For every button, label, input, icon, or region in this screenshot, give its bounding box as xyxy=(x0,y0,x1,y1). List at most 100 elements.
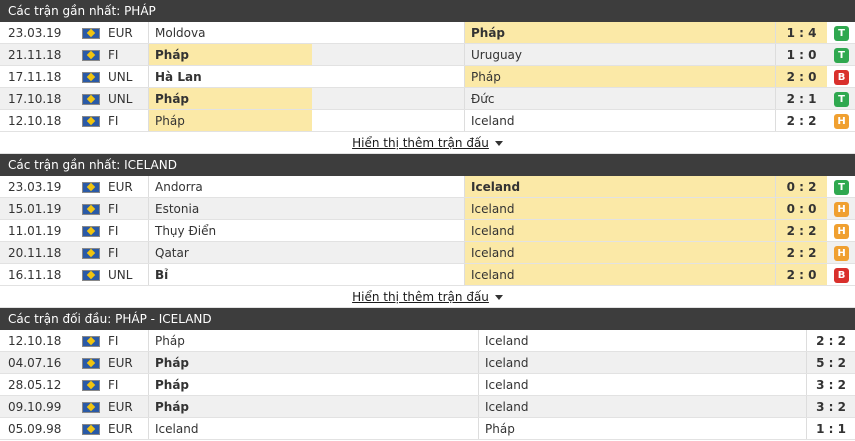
away-team[interactable]: Iceland xyxy=(464,220,775,241)
competition: FI xyxy=(108,48,119,62)
away-team[interactable]: Iceland xyxy=(464,242,775,263)
match-score[interactable]: 3 : 2 xyxy=(806,396,855,417)
match-date: 16.11.18 xyxy=(8,268,62,282)
home-team[interactable]: Pháp xyxy=(148,88,312,109)
competition-flag-icon xyxy=(82,424,100,435)
match-row[interactable]: 12.10.18 FI Pháp Iceland 2 : 2 xyxy=(0,330,855,352)
match-date: 21.11.18 xyxy=(8,48,62,62)
competition: FI xyxy=(108,114,119,128)
match-row[interactable]: 17.10.18 UNL Pháp Đức 2 : 1 T xyxy=(0,88,855,110)
competition-flag-icon xyxy=(82,336,100,347)
away-team[interactable]: Iceland xyxy=(478,374,806,395)
match-score[interactable]: 0 : 2 xyxy=(775,176,827,197)
home-team[interactable]: Andorra xyxy=(148,176,312,197)
competition: UNL xyxy=(108,268,133,282)
competition-flag-icon xyxy=(82,72,100,83)
match-row[interactable]: 17.11.18 UNL Hà Lan Pháp 2 : 0 B xyxy=(0,66,855,88)
match-row[interactable]: 23.03.19 EUR Moldova Pháp 1 : 4 T xyxy=(0,22,855,44)
match-score[interactable]: 2 : 2 xyxy=(806,330,855,351)
match-row[interactable]: 20.11.18 FI Qatar Iceland 2 : 2 H xyxy=(0,242,855,264)
competition: FI xyxy=(108,378,119,392)
match-score[interactable]: 0 : 0 xyxy=(775,198,827,219)
match-score[interactable]: 2 : 2 xyxy=(775,242,827,263)
away-team[interactable]: Pháp xyxy=(478,418,806,439)
away-team[interactable]: Iceland xyxy=(478,330,806,351)
competition: FI xyxy=(108,246,119,260)
caret-down-icon[interactable] xyxy=(494,295,503,300)
match-row[interactable]: 21.11.18 FI Pháp Uruguay 1 : 0 T xyxy=(0,44,855,66)
match-date: 15.01.19 xyxy=(8,202,62,216)
section-title: Các trận gần nhất: ICELAND xyxy=(0,154,855,176)
match-row[interactable]: 15.01.19 FI Estonia Iceland 0 : 0 H xyxy=(0,198,855,220)
home-team[interactable]: Pháp xyxy=(148,44,312,65)
home-team[interactable]: Pháp xyxy=(148,330,474,351)
result-badge: T xyxy=(834,48,849,63)
match-date: 23.03.19 xyxy=(8,180,62,194)
match-date: 23.03.19 xyxy=(8,26,62,40)
home-team[interactable]: Hà Lan xyxy=(148,66,312,87)
home-team[interactable]: Pháp xyxy=(148,374,474,395)
match-row[interactable]: 23.03.19 EUR Andorra Iceland 0 : 2 T xyxy=(0,176,855,198)
match-row[interactable]: 04.07.16 EUR Pháp Iceland 5 : 2 xyxy=(0,352,855,374)
match-row[interactable]: 09.10.99 EUR Pháp Iceland 3 : 2 xyxy=(0,396,855,418)
caret-down-icon[interactable] xyxy=(494,141,503,146)
match-date: 11.01.19 xyxy=(8,224,62,238)
competition: UNL xyxy=(108,70,133,84)
show-more: Hiển thị thêm trận đấu xyxy=(0,132,855,154)
home-team[interactable]: Thụy Điển xyxy=(148,220,312,241)
match-row[interactable]: 28.05.12 FI Pháp Iceland 3 : 2 xyxy=(0,374,855,396)
home-team[interactable]: Iceland xyxy=(148,418,474,439)
result-badge: H xyxy=(834,202,849,217)
show-more-link[interactable]: Hiển thị thêm trận đấu xyxy=(352,290,489,304)
away-team[interactable]: Iceland xyxy=(464,110,775,131)
match-score[interactable]: 2 : 1 xyxy=(775,88,827,109)
home-team[interactable]: Qatar xyxy=(148,242,312,263)
match-score[interactable]: 1 : 1 xyxy=(806,418,855,439)
match-row[interactable]: 16.11.18 UNL Bỉ Iceland 2 : 0 B xyxy=(0,264,855,286)
match-score[interactable]: 2 : 0 xyxy=(775,264,827,285)
show-more-link[interactable]: Hiển thị thêm trận đấu xyxy=(352,136,489,150)
away-team[interactable]: Iceland xyxy=(464,264,775,285)
competition-flag-icon xyxy=(82,204,100,215)
competition: EUR xyxy=(108,400,133,414)
match-date: 12.10.18 xyxy=(8,114,62,128)
match-score[interactable]: 2 : 2 xyxy=(775,220,827,241)
competition: EUR xyxy=(108,422,133,436)
home-team[interactable]: Moldova xyxy=(148,22,312,43)
away-team[interactable]: Iceland xyxy=(478,396,806,417)
away-team[interactable]: Pháp xyxy=(464,66,775,87)
away-team[interactable]: Iceland xyxy=(464,176,775,197)
match-row[interactable]: 05.09.98 EUR Iceland Pháp 1 : 1 xyxy=(0,418,855,440)
section-title: Các trận gần nhất: PHÁP xyxy=(0,0,855,22)
result-badge: H xyxy=(834,114,849,129)
match-score[interactable]: 2 : 2 xyxy=(775,110,827,131)
match-score[interactable]: 2 : 0 xyxy=(775,66,827,87)
match-score[interactable]: 1 : 0 xyxy=(775,44,827,65)
match-date: 05.09.98 xyxy=(8,422,62,436)
match-score[interactable]: 5 : 2 xyxy=(806,352,855,373)
match-score[interactable]: 1 : 4 xyxy=(775,22,827,43)
competition: FI xyxy=(108,224,119,238)
match-row[interactable]: 11.01.19 FI Thụy Điển Iceland 2 : 2 H xyxy=(0,220,855,242)
away-team[interactable]: Iceland xyxy=(478,352,806,373)
match-date: 12.10.18 xyxy=(8,334,62,348)
home-team[interactable]: Pháp xyxy=(148,352,474,373)
away-team[interactable]: Pháp xyxy=(464,22,775,43)
competition-flag-icon xyxy=(82,116,100,127)
competition-flag-icon xyxy=(82,182,100,193)
away-team[interactable]: Iceland xyxy=(464,198,775,219)
section-title: Các trận đối đầu: PHÁP - ICELAND xyxy=(0,308,855,330)
match-date: 17.10.18 xyxy=(8,92,62,106)
home-team[interactable]: Pháp xyxy=(148,110,312,131)
away-team[interactable]: Uruguay xyxy=(464,44,775,65)
competition-flag-icon xyxy=(82,380,100,391)
away-team[interactable]: Đức xyxy=(464,88,775,109)
match-score[interactable]: 3 : 2 xyxy=(806,374,855,395)
match-row[interactable]: 12.10.18 FI Pháp Iceland 2 : 2 H xyxy=(0,110,855,132)
home-team[interactable]: Estonia xyxy=(148,198,312,219)
home-team[interactable]: Pháp xyxy=(148,396,474,417)
home-team[interactable]: Bỉ xyxy=(148,264,312,285)
competition-flag-icon xyxy=(82,248,100,259)
match-date: 04.07.16 xyxy=(8,356,62,370)
competition-flag-icon xyxy=(82,226,100,237)
